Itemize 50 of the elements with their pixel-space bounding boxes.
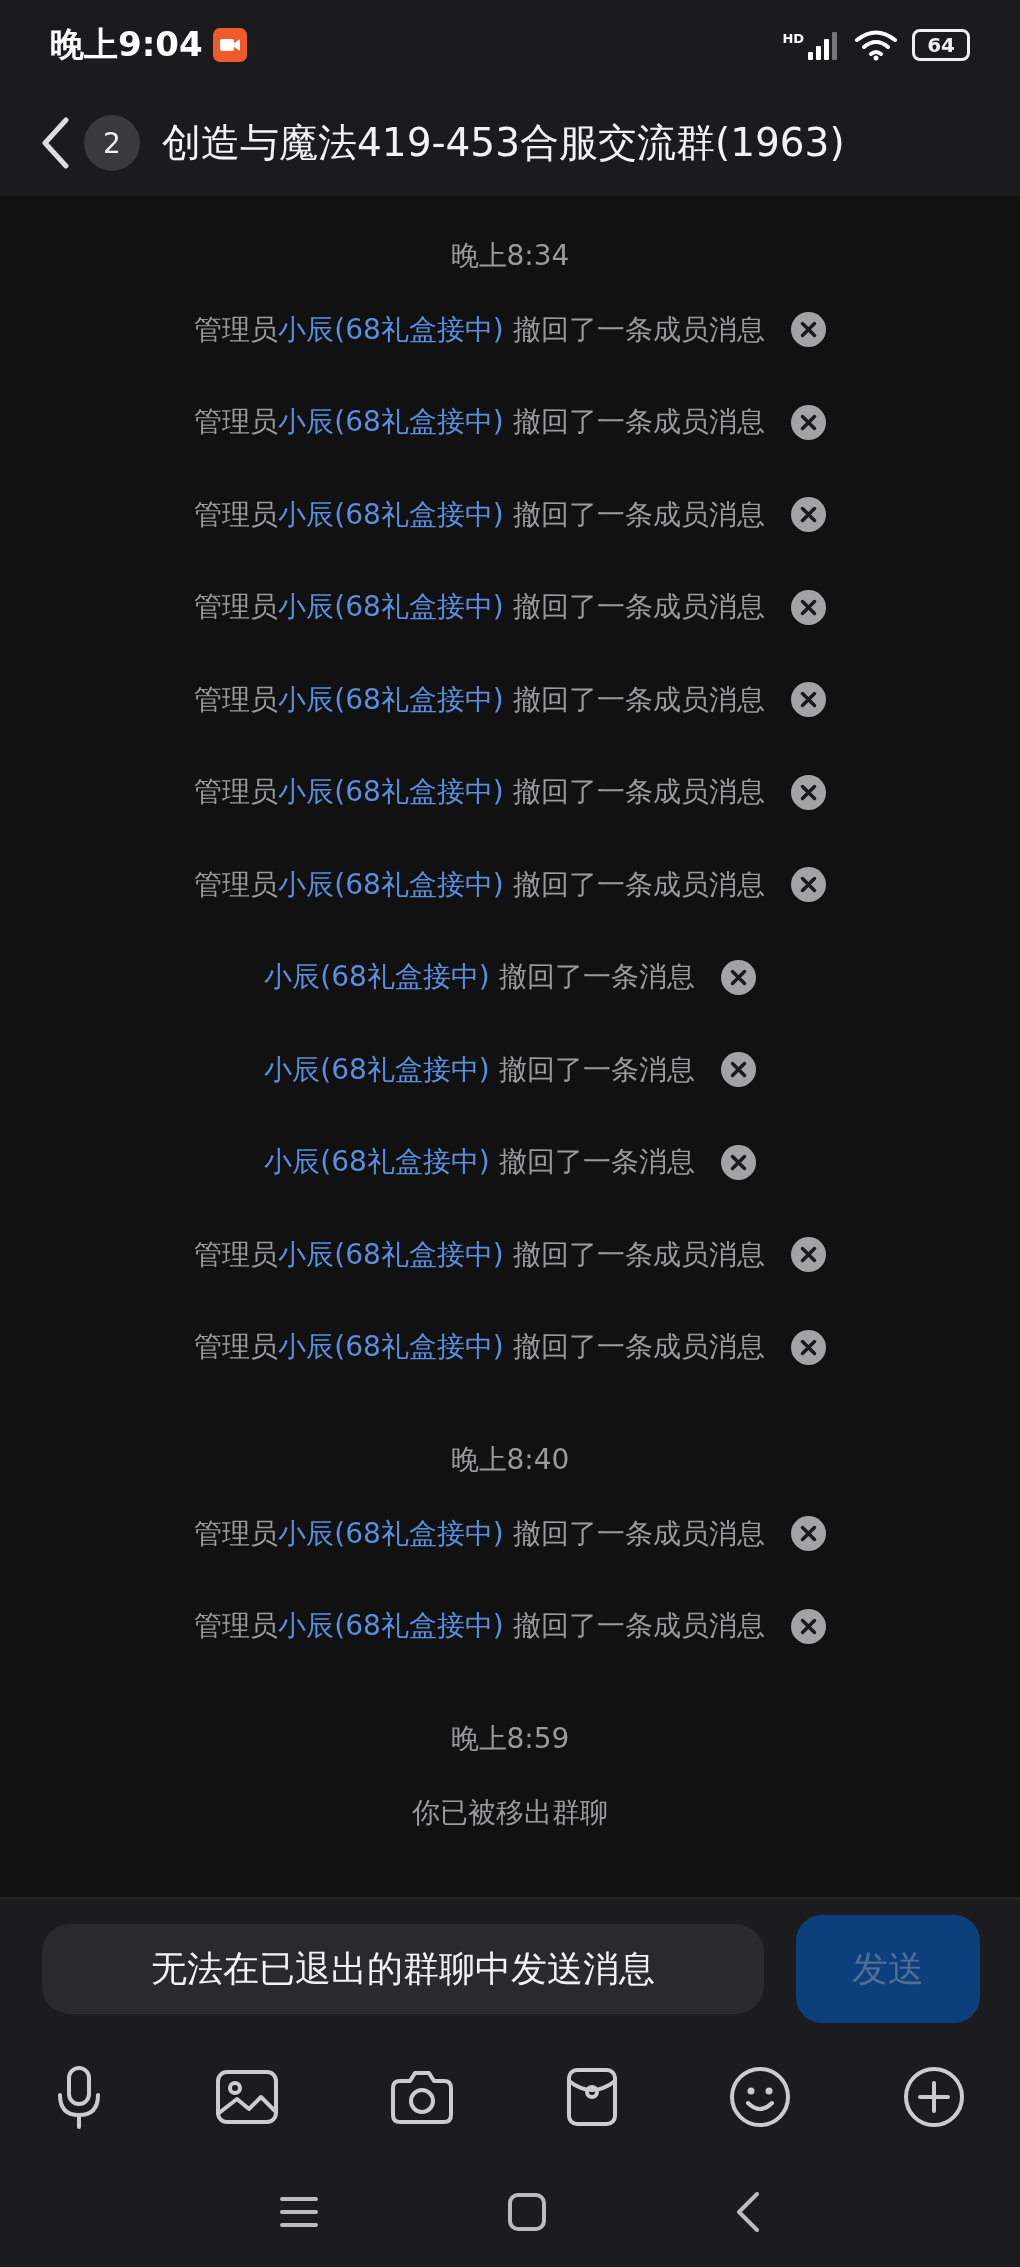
recall-notice: 管理员小辰(68礼盒接中) 撤回了一条成员消息 — [194, 774, 765, 811]
recall-notice: 小辰(68礼盒接中) 撤回了一条消息 — [264, 1051, 695, 1088]
close-icon[interactable] — [790, 312, 826, 348]
recall-notice: 管理员小辰(68礼盒接中) 撤回了一条成员消息 — [194, 1515, 765, 1552]
recall-notice: 管理员小辰(68礼盒接中) 撤回了一条成员消息 — [194, 404, 765, 441]
battery-indicator: 64 — [912, 29, 970, 62]
recall-notice: 管理员小辰(68礼盒接中) 撤回了一条成员消息 — [194, 866, 765, 903]
close-icon[interactable] — [790, 867, 826, 903]
close-icon[interactable] — [790, 404, 826, 440]
close-icon[interactable] — [790, 682, 826, 718]
close-icon[interactable] — [720, 1052, 756, 1088]
recall-notice: 管理员小辰(68礼盒接中) 撤回了一条成员消息 — [194, 1329, 765, 1366]
recall-notice: 管理员小辰(68礼盒接中) 撤回了一条成员消息 — [194, 1236, 765, 1273]
close-icon[interactable] — [790, 1608, 826, 1644]
back-icon[interactable] — [736, 2192, 760, 2232]
recall-notice: 管理员小辰(68礼盒接中) 撤回了一条成员消息 — [194, 681, 765, 718]
timestamp: 晚上8:34 — [449, 237, 571, 274]
video-recording-icon — [212, 28, 247, 63]
emoji-icon[interactable] — [729, 2066, 792, 2128]
close-icon[interactable] — [790, 1329, 826, 1365]
image-icon[interactable] — [214, 2069, 279, 2125]
wifi-icon — [854, 29, 899, 62]
envelope-icon[interactable] — [565, 2067, 618, 2127]
close-icon[interactable] — [790, 497, 826, 533]
recall-notice: 小辰(68礼盒接中) 撤回了一条消息 — [264, 959, 695, 996]
microphone-icon[interactable] — [55, 2065, 103, 2129]
timestamp: 晚上8:40 — [449, 1441, 571, 1478]
network-type: HD — [782, 30, 805, 46]
menu-icon[interactable] — [280, 2196, 318, 2228]
close-icon[interactable] — [790, 1237, 826, 1273]
close-icon[interactable] — [720, 959, 756, 995]
close-icon[interactable] — [790, 774, 826, 810]
recall-notice: 小辰(68礼盒接中) 撤回了一条消息 — [264, 1144, 695, 1181]
recall-notice: 管理员小辰(68礼盒接中) 撤回了一条成员消息 — [194, 589, 765, 626]
unread-count-badge: 2 — [84, 115, 140, 172]
timestamp: 晚上8:59 — [449, 1720, 571, 1757]
message-input-field[interactable]: 无法在已退出的群聊中发送消息 — [42, 1924, 764, 2014]
camera-icon[interactable] — [390, 2069, 455, 2125]
recall-notice: 管理员小辰(68礼盒接中) 撤回了一条成员消息 — [194, 496, 765, 533]
home-icon[interactable] — [508, 2193, 546, 2231]
back-icon[interactable] — [40, 117, 70, 170]
close-icon[interactable] — [790, 589, 826, 625]
system-notice: 你已被移出群聊 — [412, 1794, 608, 1831]
status-time: 晚上9:04 — [50, 23, 203, 67]
close-icon[interactable] — [720, 1144, 756, 1180]
close-icon[interactable] — [790, 1516, 826, 1552]
add-icon[interactable] — [902, 2066, 965, 2128]
recall-notice: 管理员小辰(68礼盒接中) 撤回了一条成员消息 — [194, 1608, 765, 1645]
chat-title: 创造与魔法419-453合服交流群(1963) — [162, 119, 845, 168]
recall-notice: 管理员小辰(68礼盒接中) 撤回了一条成员消息 — [194, 311, 765, 348]
